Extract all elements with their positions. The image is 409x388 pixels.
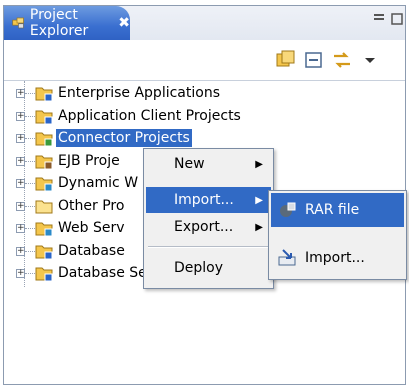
expand-toggle-icon[interactable]: + — [16, 202, 25, 211]
menu-item-export[interactable]: Export... ▶ — [146, 214, 271, 240]
project-explorer-icon — [12, 17, 24, 29]
expand-toggle-icon[interactable]: + — [16, 157, 25, 166]
tree-connector — [25, 206, 35, 207]
dynamic-web-folder-icon — [35, 177, 53, 192]
maximize-icon[interactable] — [390, 12, 404, 26]
close-icon[interactable]: ✖ — [118, 15, 130, 31]
submenu-item-label: Import... — [305, 250, 365, 266]
tree-item[interactable]: + Enterprise Applications — [0, 82, 260, 104]
tree-item-label: EJB Proje — [58, 153, 120, 169]
menu-item-label: Import... — [174, 192, 234, 208]
expand-toggle-icon[interactable]: + — [16, 247, 25, 256]
tree-item-label: Web Serv — [58, 220, 125, 236]
submenu-item-rar-file[interactable]: RAR file — [271, 193, 404, 227]
menu-item-label: Deploy — [174, 260, 224, 276]
tree-connector — [25, 93, 35, 94]
folder-icon — [35, 200, 53, 214]
expand-toggle-icon[interactable]: + — [16, 89, 25, 98]
tree-connector — [25, 228, 35, 229]
tree-item[interactable]: + Application Client Projects — [0, 105, 260, 127]
expand-toggle-icon[interactable]: + — [16, 112, 25, 121]
menu-item-import[interactable]: Import... ▶ — [146, 187, 271, 213]
tab-project-explorer[interactable]: Project Explorer ✖ — [4, 6, 130, 40]
expand-toggle-icon[interactable]: + — [16, 134, 25, 143]
menu-item-deploy[interactable]: Deploy — [146, 255, 271, 281]
connector-folder-icon — [35, 132, 53, 147]
view-toolbar — [4, 40, 405, 81]
sync-icon[interactable] — [330, 48, 354, 72]
tree-connector — [25, 273, 35, 274]
menu-item-new[interactable]: New ▶ — [146, 151, 271, 177]
submenu-arrow-icon: ▶ — [255, 194, 263, 206]
minimize-icon[interactable] — [372, 12, 386, 26]
view-menu-icon[interactable] — [358, 48, 382, 72]
submenu-item-import[interactable]: Import... — [271, 241, 404, 275]
tree-item-label: Enterprise Applications — [58, 85, 220, 101]
expand-toggle-icon[interactable]: + — [16, 224, 25, 233]
view-tab-bar: Project Explorer ✖ — [4, 6, 405, 41]
menu-item-label: Export... — [174, 219, 234, 235]
tree-item[interactable]: + Connector Projects — [0, 127, 260, 149]
context-menu: New ▶ Import... ▶ Export... ▶ Deploy — [143, 148, 274, 289]
web-services-folder-icon — [35, 222, 53, 237]
tree-item-label: Application Client Projects — [58, 108, 241, 124]
tree-connector — [25, 116, 35, 117]
expand-toggle-icon[interactable]: + — [16, 269, 25, 278]
tree-connector — [25, 161, 35, 162]
database-servers-folder-icon — [35, 267, 53, 282]
tree-item-label: Other Pro — [58, 198, 125, 214]
rar-file-icon — [280, 202, 296, 217]
import-wizard-icon — [278, 249, 296, 266]
expand-toggle-icon[interactable]: + — [16, 179, 25, 188]
tree-item-label: Dynamic W — [58, 175, 139, 191]
tab-label: Project Explorer — [29, 7, 89, 39]
tree-item-label: Database — [58, 243, 125, 259]
submenu-arrow-icon: ▶ — [255, 221, 263, 233]
collapse-all-icon[interactable] — [274, 48, 298, 72]
menu-separator — [148, 246, 269, 248]
app-client-folder-icon — [35, 110, 53, 125]
import-submenu: RAR file Import... — [268, 190, 407, 280]
submenu-arrow-icon: ▶ — [255, 158, 263, 170]
tree-connector — [25, 138, 35, 139]
menu-item-label: New — [174, 156, 205, 172]
link-with-editor-icon[interactable] — [302, 48, 326, 72]
database-folder-icon — [35, 245, 53, 260]
tree-connector — [25, 183, 35, 184]
ejb-folder-icon — [35, 155, 53, 170]
tree-connector — [25, 251, 35, 252]
submenu-item-label: RAR file — [305, 202, 360, 218]
enterprise-app-folder-icon — [35, 87, 53, 102]
tree-item-label: Connector Projects — [56, 129, 192, 147]
